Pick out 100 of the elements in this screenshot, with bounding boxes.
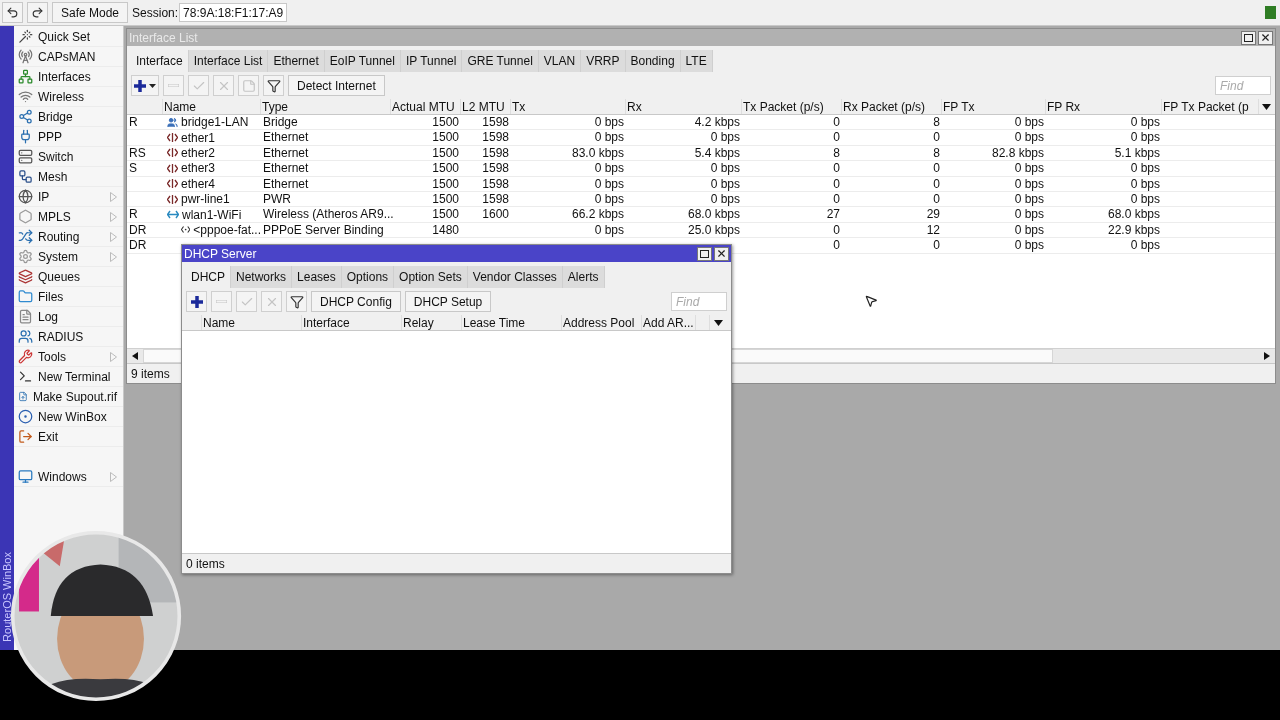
tab[interactable]: Options	[341, 266, 395, 288]
column-header[interactable]: Tx	[511, 99, 626, 114]
menu-item[interactable]: Log	[14, 307, 123, 327]
menu-item[interactable]: Quick Set	[14, 27, 123, 47]
column-header[interactable]: Add AR...	[642, 315, 696, 330]
tab[interactable]: Bonding	[625, 50, 681, 72]
plug-icon	[18, 129, 33, 144]
close-button[interactable]	[1258, 30, 1273, 45]
tab[interactable]: LTE	[680, 50, 713, 72]
table-cell-text: 4.2 kbps	[693, 115, 741, 130]
column-header[interactable]: Interface	[302, 315, 402, 330]
toolbar-button[interactable]: DHCP Config	[311, 291, 401, 312]
menu-item[interactable]: Switch	[14, 147, 123, 167]
menu-item[interactable]: New Terminal	[14, 367, 123, 387]
menu-item[interactable]: IP	[14, 187, 123, 207]
add-menu-button[interactable]	[131, 75, 159, 96]
column-header[interactable]: FP Tx	[942, 99, 1046, 114]
maximize-button[interactable]	[1241, 30, 1256, 45]
square-icon	[1244, 33, 1253, 42]
logout-icon	[18, 429, 33, 444]
add-button[interactable]	[186, 291, 207, 312]
column-header[interactable]: Actual MTU	[391, 99, 461, 114]
column-header[interactable]: Address Pool	[562, 315, 642, 330]
menu-item[interactable]: Windows	[14, 467, 123, 487]
column-header[interactable]: FP Tx Packet (p	[1162, 99, 1259, 114]
menu-label: Bridge	[38, 109, 73, 124]
find-field[interactable]: Find	[1215, 76, 1271, 95]
menu-item[interactable]: Wireless	[14, 87, 123, 107]
menu-item[interactable]: New WinBox	[14, 407, 123, 427]
column-header[interactable]: L2 MTU	[461, 99, 511, 114]
table-cell-text: Ethernet	[262, 145, 310, 161]
column-header[interactable]: Name	[163, 99, 261, 114]
menu-item[interactable]: Tools	[14, 347, 123, 367]
menu-item[interactable]: Interfaces	[14, 67, 123, 87]
column-header[interactable]: Relay	[402, 315, 462, 330]
menu-item[interactable]: MPLS	[14, 207, 123, 227]
tab[interactable]: Alerts	[562, 266, 605, 288]
menu-item[interactable]: Exit	[14, 427, 123, 447]
table-cell-text: 0	[832, 176, 841, 191]
menu-item[interactable]: Make Supout.rif	[14, 387, 123, 407]
menu-label: Files	[38, 289, 64, 304]
tab[interactable]: IP Tunnel	[400, 50, 463, 72]
redo-icon	[31, 6, 44, 19]
tab[interactable]: Interface List	[188, 50, 269, 72]
menu-item[interactable]: Files	[14, 287, 123, 307]
menu-item[interactable]: RADIUS	[14, 327, 123, 347]
table-cell-text: 0 bps	[1129, 130, 1161, 145]
tab[interactable]: VRRP	[581, 50, 626, 72]
caret-icon	[714, 319, 723, 326]
menu-item[interactable]: PPP	[14, 127, 123, 147]
table-cell-text: 1500	[431, 207, 460, 222]
filter-button[interactable]	[286, 291, 307, 312]
column-header[interactable]: FP Rx	[1046, 99, 1162, 114]
menu-label: Exit	[38, 429, 58, 444]
column-header[interactable]: Name	[202, 315, 302, 330]
tab[interactable]: GRE Tunnel	[462, 50, 539, 72]
maximize-button[interactable]	[697, 246, 712, 261]
toolbar-button[interactable]: Detect Internet	[288, 75, 385, 96]
column-header[interactable]: Type	[261, 99, 391, 114]
interface-name: bridge1-LAN	[181, 115, 249, 130]
tab[interactable]: Networks	[231, 266, 293, 288]
menu-item[interactable]: Routing	[14, 227, 123, 247]
table-cell-text: 1600	[481, 207, 510, 222]
table-cell-text: 66.2 kbps	[570, 207, 625, 222]
tab[interactable]: Vendor Classes	[467, 266, 563, 288]
shuffle-icon	[18, 229, 33, 244]
menu-label: Wireless	[38, 89, 84, 104]
menu-label: Tools	[38, 349, 66, 364]
table-cell-text: 0 bps	[1013, 222, 1045, 238]
menu-item[interactable]: CAPsMAN	[14, 47, 123, 67]
tab[interactable]: Ethernet	[268, 50, 325, 72]
workflow-icon	[18, 169, 33, 184]
table-cell-text: 12	[925, 222, 941, 238]
server-icon	[18, 149, 33, 164]
column-header[interactable]: Lease Time	[462, 315, 562, 330]
tab[interactable]: EoIP Tunnel	[324, 50, 401, 72]
hexagon-icon	[18, 209, 33, 224]
flag-cell-text: R	[128, 115, 139, 130]
filter-button[interactable]	[263, 75, 284, 96]
wifi-icon	[18, 89, 33, 104]
find-field[interactable]: Find	[671, 292, 727, 311]
close-button[interactable]	[714, 246, 729, 261]
column-header[interactable]: Tx Packet (p/s)	[742, 99, 842, 114]
column-header[interactable]: Rx	[626, 99, 742, 114]
tab[interactable]: VLAN	[538, 50, 582, 72]
menu-item[interactable]: Queues	[14, 267, 123, 287]
submenu-arrow-icon	[110, 251, 117, 262]
tab[interactable]: Leases	[292, 266, 342, 288]
menu-item[interactable]: Mesh	[14, 167, 123, 187]
table-cell-text: 0 bps	[1013, 161, 1045, 176]
toolbar-button[interactable]: DHCP Setup	[404, 291, 492, 312]
tab[interactable]: Option Sets	[394, 266, 468, 288]
undo-button[interactable]	[2, 2, 23, 23]
safe-mode-button[interactable]: Safe Mode	[52, 2, 129, 23]
menu-item[interactable]: Bridge	[14, 107, 123, 127]
menu-item[interactable]: System	[14, 247, 123, 267]
redo-button[interactable]	[27, 2, 48, 23]
monitor-icon	[18, 469, 33, 484]
column-header[interactable]: Rx Packet (p/s)	[842, 99, 942, 114]
port-icon	[167, 162, 178, 174]
